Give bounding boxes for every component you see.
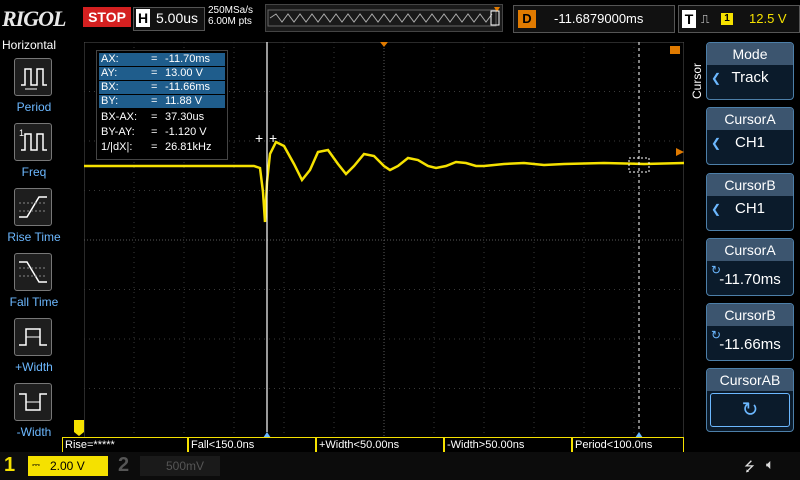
ch2-number[interactable]: 2 (118, 454, 138, 480)
timebase-value: 5.00us (156, 10, 199, 26)
trigger-readout[interactable]: T ⎍ 1 12.5 V (678, 5, 800, 33)
cursor-b-crosshair-icon: + (269, 130, 277, 146)
svg-text:1: 1 (19, 128, 24, 138)
overview-waveform-icon (267, 7, 500, 27)
sample-rate: 250MSa/s (208, 5, 254, 16)
left-menu-title: Horizontal (2, 38, 57, 52)
cursor-b-position-value: -11.66ms (719, 336, 781, 353)
measure-rise[interactable]: Rise=***** (62, 437, 188, 453)
horizontal-timebase[interactable]: H 5.00us (133, 7, 205, 31)
ch1-scale-box[interactable]: ⎓ 2.00 V (28, 456, 108, 476)
measure-freq-button[interactable]: 1 Freq (6, 123, 62, 183)
measure-negative-width-button[interactable]: -Width (6, 383, 62, 443)
fall-time-label: Fall Time (9, 295, 59, 309)
ch1-scale: 2.00 V (50, 459, 85, 473)
cursor-mode-button[interactable]: Mode ❮ Track (706, 42, 794, 100)
period-icon (14, 58, 52, 96)
cursor-ab-button[interactable]: CursorAB ↻ (706, 368, 794, 432)
measure-period[interactable]: Period<100.0ns (572, 437, 684, 453)
delay-value: -11.6879000ms (554, 11, 644, 26)
cursor-bx-row: BX: = -11.66ms (99, 81, 225, 94)
speaker-muted-icon[interactable]: 🔈︎ (766, 456, 774, 473)
cursor-mode-header: Mode (707, 43, 793, 65)
right-menu-title-bar: Cursor (690, 42, 704, 122)
rotate-knob-icon: ↻ (741, 399, 759, 421)
ch2-scale-box[interactable]: 500mV (140, 456, 220, 476)
cursor-a-position-button[interactable]: CursorA ↻ -11.70ms (706, 238, 794, 296)
delay-label: D (518, 10, 536, 28)
cursor-a-position-header: CursorA (707, 239, 793, 261)
trigger-level-top-marker (670, 46, 680, 54)
measure-negative-width[interactable]: -Width>50.00ns (444, 437, 572, 453)
measurement-bar: Rise=***** Fall<150.0ns +Width<50.00ns -… (62, 437, 684, 453)
cursor-ab-knob-box: ↻ (710, 393, 790, 427)
cursor-ab-header: CursorAB (707, 369, 793, 391)
measure-positive-width[interactable]: +Width<50.00ns (316, 437, 444, 453)
rise-time-label: Rise Time (7, 230, 61, 244)
cursor-a-crosshair-icon: + (255, 130, 263, 146)
cursor-a-source-header: CursorA (707, 108, 793, 130)
cursor-ay-row: AY: = 13.00 V (99, 67, 225, 80)
cursor-inverse-dx-row: 1/|dX|: = 26.81kHz (101, 141, 212, 153)
cursor-b-source-value: CH1 (734, 200, 765, 217)
positive-width-icon (14, 318, 52, 356)
memory-depth: 6.00M pts (208, 16, 252, 27)
measure-fall-time-button[interactable]: Fall Time (6, 253, 62, 313)
cursor-readout-panel: AX: = -11.70ms AY: = 13.00 V BX: = -11.66ms BY… (96, 50, 228, 160)
measure-positive-width-button[interactable]: +Width (6, 318, 62, 378)
acquisition-info: 250MSa/s 6.00M pts (208, 5, 253, 27)
cursor-bx-ax-row: BX-AX: = 37.30us (101, 111, 205, 123)
memory-overview-bar[interactable] (265, 4, 503, 32)
cursor-b-position-header: CursorB (707, 304, 793, 326)
negative-width-label: -Width (16, 425, 52, 439)
cursor-a-source-button[interactable]: CursorA ❮ CH1 (706, 107, 794, 165)
ch1-ground-marker (74, 420, 84, 436)
freq-label: Freq (21, 165, 47, 179)
cursor-ax-row: AX: = -11.70ms (99, 53, 225, 66)
measure-fall[interactable]: Fall<150.0ns (188, 437, 316, 453)
usb-icon: ⭍ (744, 459, 755, 474)
rigol-logo: RIGOL (2, 6, 66, 31)
rising-edge-icon: ⎍ (701, 12, 710, 26)
negative-width-icon (14, 383, 52, 421)
measure-period-button[interactable]: Period (6, 58, 62, 118)
frequency-icon: 1 (14, 123, 52, 161)
trigger-label: T (682, 10, 696, 28)
trigger-level: 12.5 V (749, 11, 787, 26)
right-menu-title: Cursor (690, 63, 704, 100)
cursor-mode-value: Track (731, 69, 769, 86)
rise-time-icon (14, 188, 52, 226)
fall-time-icon (14, 253, 52, 291)
left-measure-menu: Horizontal Period 1 Freq Rise Time Fall … (0, 36, 62, 452)
cursor-b-source-button[interactable]: CursorB ❮ CH1 (706, 173, 794, 231)
horizontal-label: H (136, 9, 150, 27)
positive-width-label: +Width (15, 360, 53, 374)
ch2-scale: 500mV (166, 459, 205, 473)
trigger-source: 1 (721, 13, 733, 25)
cursor-by-row: BY: = 11.88 V (99, 95, 225, 108)
cursor-a-position-value: -11.70ms (719, 271, 781, 288)
cursor-by-ay-row: BY-AY: = -1.120 V (101, 126, 207, 138)
ch1-number[interactable]: 1 (4, 454, 24, 480)
run-stop-indicator[interactable]: STOP (83, 7, 131, 27)
delay-readout[interactable]: D -11.6879000ms (513, 5, 675, 33)
top-status-bar: RIGOL STOP H 5.00us 250MSa/s 6.00M pts D… (0, 0, 800, 36)
dc-coupling-icon: ⎓ (32, 460, 40, 471)
period-label: Period (16, 100, 52, 114)
cursor-b-position-button[interactable]: CursorB ↻ -11.66ms (706, 303, 794, 361)
measure-rise-time-button[interactable]: Rise Time (6, 188, 62, 248)
cursor-a-source-value: CH1 (734, 134, 765, 151)
cursor-b-source-header: CursorB (707, 174, 793, 196)
